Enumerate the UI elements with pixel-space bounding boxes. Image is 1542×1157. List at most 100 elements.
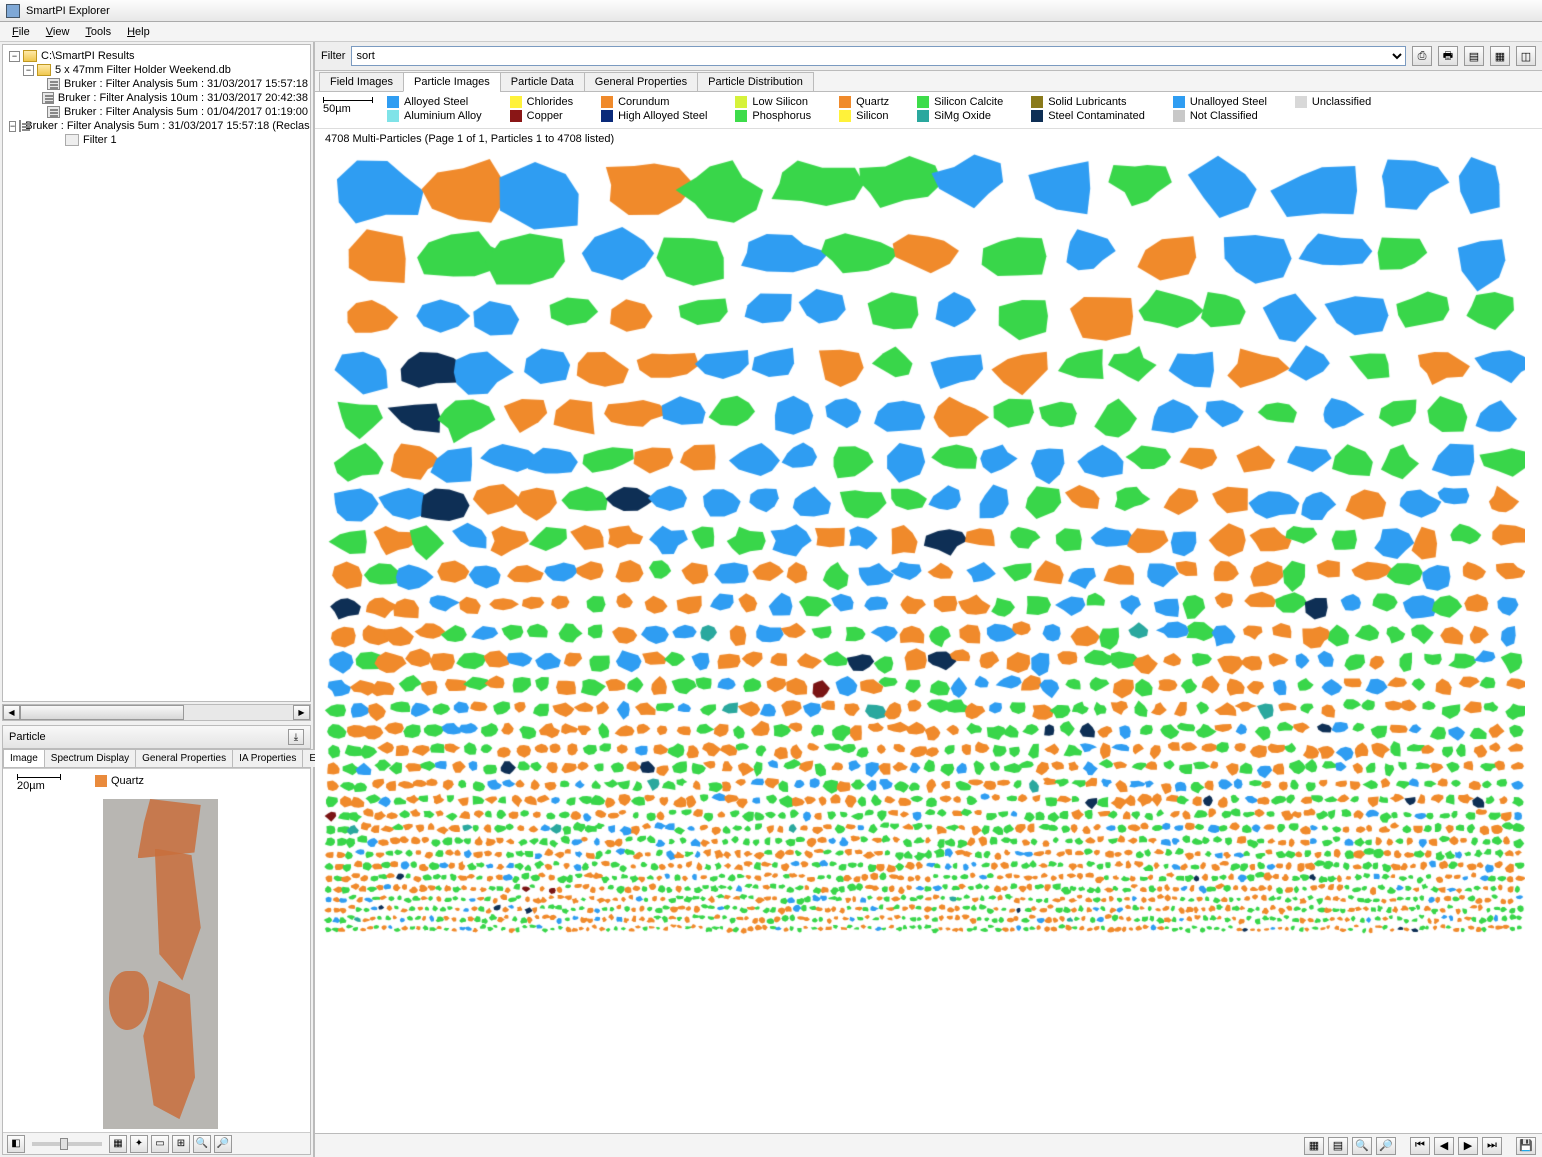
filter-bar: Filter sort ⎙ 🖶 ▤ ▦ ◫ — [315, 42, 1542, 71]
legend-label: Steel Contaminated — [1048, 110, 1145, 122]
nav-first-button[interactable]: ⏮ — [1410, 1137, 1430, 1155]
tab-image[interactable]: Image — [3, 749, 45, 767]
legend-item[interactable]: Steel Contaminated — [1031, 110, 1145, 122]
tree-item[interactable]: Bruker : Filter Analysis 5um : 31/03/201… — [25, 120, 311, 132]
tool-button[interactable]: ▭ — [151, 1135, 169, 1153]
legend-item[interactable]: Unclassified — [1295, 96, 1371, 108]
tree-toggle[interactable]: − — [9, 51, 20, 62]
zoom-out-button[interactable]: 🔎 — [1376, 1137, 1396, 1155]
legend-swatch — [1173, 110, 1185, 122]
tree-item[interactable]: Bruker : Filter Analysis 10um : 31/03/20… — [58, 92, 308, 104]
tool-button[interactable]: ✦ — [130, 1135, 148, 1153]
particle-canvas-wrap[interactable] — [315, 149, 1542, 1133]
title-bar: SmartPI Explorer — [0, 0, 1542, 22]
legend-swatch — [387, 110, 399, 122]
tab-general-properties[interactable]: General Properties — [135, 749, 233, 767]
tool-button[interactable]: ◧ — [7, 1135, 25, 1153]
tree-pane[interactable]: −C:\SmartPI Results −5 x 47mm Filter Hol… — [2, 44, 311, 702]
tree-toggle[interactable]: − — [23, 65, 34, 76]
menu-view[interactable]: View — [38, 24, 78, 40]
legend-item[interactable]: Not Classified — [1173, 110, 1267, 122]
legend-item[interactable]: Phosphorus — [735, 110, 811, 122]
legend-swatch — [735, 110, 747, 122]
particle-image-toolbar: ◧ ▦ ✦ ▭ ⊞ 🔍 🔎 — [3, 1132, 310, 1154]
nav-prev-button[interactable]: ◀ — [1434, 1137, 1454, 1155]
legend-swatch — [917, 96, 929, 108]
legend-item[interactable]: Chlorides — [510, 96, 573, 108]
tool-button[interactable]: ▦ — [1304, 1137, 1324, 1155]
legend-label: SiMg Oxide — [934, 110, 991, 122]
legend-label: Unalloyed Steel — [1190, 96, 1267, 108]
scroll-right-button[interactable]: ▶ — [293, 705, 310, 720]
legend-item[interactable]: Quartz — [839, 96, 889, 108]
legend-item[interactable]: SiMg Oxide — [917, 110, 1003, 122]
legend-item[interactable]: Copper — [510, 110, 573, 122]
legend-label: Solid Lubricants — [1048, 96, 1126, 108]
legend-swatch — [917, 110, 929, 122]
tab-spectrum-display[interactable]: Spectrum Display — [44, 749, 136, 767]
tree-h-scrollbar[interactable]: ◀ ▶ — [2, 704, 311, 721]
legend-swatch — [1031, 96, 1043, 108]
particle-image — [103, 799, 218, 1129]
tool-button[interactable]: ▦ — [109, 1135, 127, 1153]
doc-icon — [42, 92, 54, 104]
menu-help[interactable]: Help — [119, 24, 158, 40]
legend-swatch — [510, 110, 522, 122]
tab-particle-distribution[interactable]: Particle Distribution — [697, 72, 814, 92]
filter-select[interactable]: sort — [351, 46, 1406, 66]
legend-item[interactable]: High Alloyed Steel — [601, 110, 707, 122]
tab-particle-images[interactable]: Particle Images — [403, 72, 501, 92]
legend-swatch — [510, 96, 522, 108]
tree-item[interactable]: Bruker : Filter Analysis 5um : 01/04/201… — [64, 106, 308, 118]
app-icon — [6, 4, 20, 18]
tab-general-properties[interactable]: General Properties — [584, 72, 698, 92]
legend-item[interactable]: Aluminium Alloy — [387, 110, 482, 122]
tool-button[interactable]: ⊞ — [172, 1135, 190, 1153]
toolbar-button[interactable]: ◫ — [1516, 46, 1536, 66]
nav-last-button[interactable]: ⏭ — [1482, 1137, 1502, 1155]
tree-leaf[interactable]: Filter 1 — [83, 134, 117, 146]
menu-tools[interactable]: Tools — [77, 24, 119, 40]
zoom-out-button[interactable]: 🔎 — [214, 1135, 232, 1153]
right-pane: Filter sort ⎙ 🖶 ▤ ▦ ◫ Field Images Parti… — [315, 42, 1542, 1157]
pin-button[interactable]: ⤓ — [288, 729, 304, 745]
legend-item[interactable]: Silicon — [839, 110, 889, 122]
scroll-thumb[interactable] — [20, 705, 184, 720]
legend-item[interactable]: Solid Lubricants — [1031, 96, 1145, 108]
legend-label: Corundum — [618, 96, 669, 108]
tree-toggle[interactable]: − — [9, 121, 16, 132]
toolbar-button[interactable]: ▦ — [1490, 46, 1510, 66]
menu-file[interactable]: File — [4, 24, 38, 40]
tool-button[interactable]: ▤ — [1328, 1137, 1348, 1155]
save-button[interactable]: 💾 — [1516, 1137, 1536, 1155]
toolbar-button[interactable]: 🖶 — [1438, 46, 1458, 66]
tree-root[interactable]: C:\SmartPI Results — [41, 50, 135, 62]
legend-item[interactable]: Low Silicon — [735, 96, 811, 108]
legend-item[interactable]: Silicon Calcite — [917, 96, 1003, 108]
legend-item[interactable]: Corundum — [601, 96, 707, 108]
scroll-left-button[interactable]: ◀ — [3, 705, 20, 720]
toolbar-button[interactable]: ⎙ — [1412, 46, 1432, 66]
legend-row: 50µm Alloyed SteelAluminium AlloyChlorid… — [315, 92, 1542, 129]
doc-icon — [47, 78, 60, 90]
tree-item[interactable]: Bruker : Filter Analysis 5um : 31/03/201… — [64, 78, 308, 90]
tree-db[interactable]: 5 x 47mm Filter Holder Weekend.db — [55, 64, 231, 76]
legend-label: Aluminium Alloy — [404, 110, 482, 122]
legend-item[interactable]: Unalloyed Steel — [1173, 96, 1267, 108]
legend-swatch — [839, 96, 851, 108]
legend-item[interactable]: Alloyed Steel — [387, 96, 482, 108]
folder-icon — [37, 64, 51, 76]
particle-count-text: 4708 Multi-Particles (Page 1 of 1, Parti… — [315, 129, 1542, 149]
zoom-in-button[interactable]: 🔍 — [1352, 1137, 1372, 1155]
tab-particle-data[interactable]: Particle Data — [500, 72, 585, 92]
toolbar-button[interactable]: ▤ — [1464, 46, 1484, 66]
zoom-slider[interactable] — [32, 1142, 102, 1146]
window-title: SmartPI Explorer — [26, 5, 110, 17]
zoom-in-button[interactable]: 🔍 — [193, 1135, 211, 1153]
tab-field-images[interactable]: Field Images — [319, 72, 404, 92]
folder-icon — [23, 50, 37, 62]
nav-next-button[interactable]: ▶ — [1458, 1137, 1478, 1155]
tab-ia-properties[interactable]: IA Properties — [232, 749, 303, 767]
particle-panel: Particle ⤓ Image Spectrum Display Genera… — [2, 725, 311, 1155]
filter-label: Filter — [321, 50, 345, 62]
